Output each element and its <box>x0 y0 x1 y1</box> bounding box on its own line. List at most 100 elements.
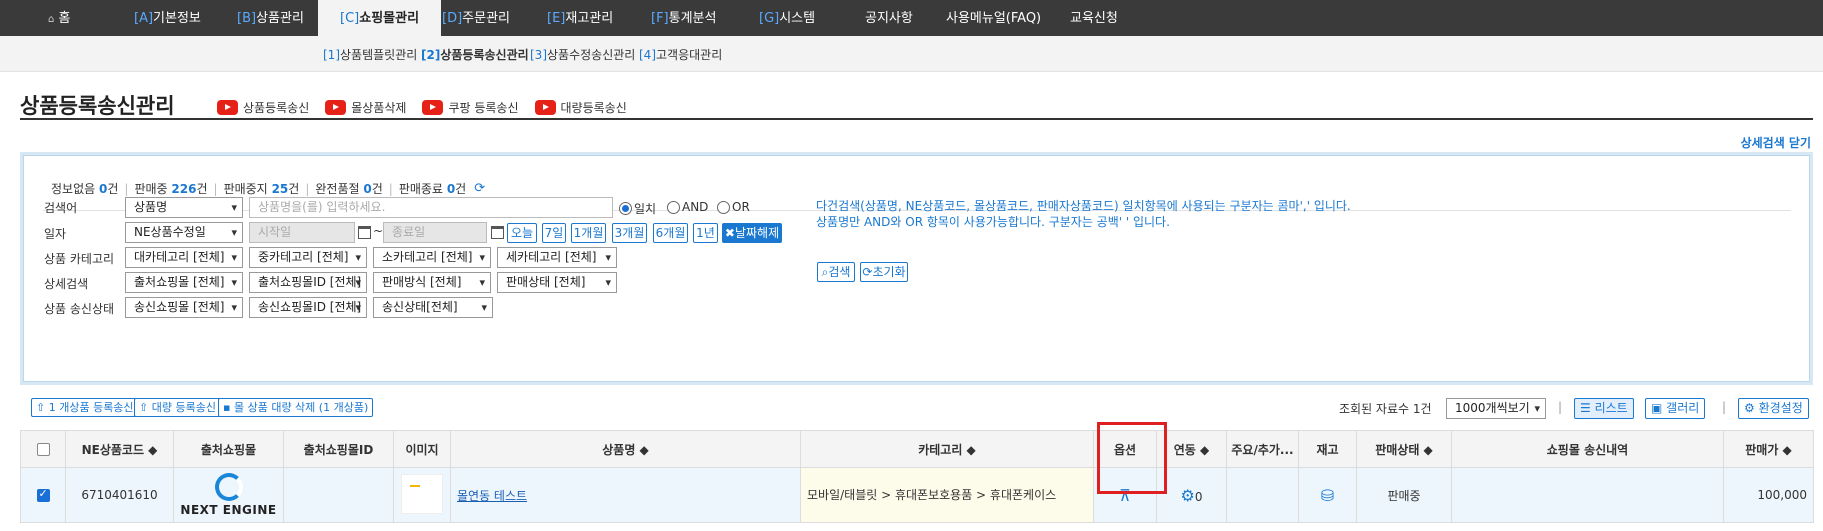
date-today-button[interactable]: 오늘 <box>507 223 537 243</box>
send-mall-select[interactable]: 송신쇼핑몰 [전체] <box>125 297 243 318</box>
category-l3-select[interactable]: 소카테고리 [전체] <box>373 247 491 268</box>
calendar-icon[interactable] <box>491 226 504 239</box>
col-image: 이미지 <box>393 430 451 468</box>
category-cell: 모바일/태블릿 > 휴대폰보호용품 > 휴대폰케이스 <box>800 467 1094 523</box>
keyword-label: 검색어 <box>44 201 78 215</box>
video-link-register[interactable]: 상품등록송신 <box>217 99 309 116</box>
col-sale-status[interactable]: 판매상태 ◆ <box>1356 430 1452 468</box>
search-panel: 정보없음 0 건 | 판매중 226 건 | 판매중지 25 건 | 완전품절 0 건 | 판매… <box>20 152 1813 385</box>
register-send-button[interactable]: ⇧ 1 개상품 등록송신 <box>31 398 139 417</box>
stock-icon[interactable]: ⛁ <box>1321 486 1334 505</box>
product-name-cell: 몰연동 테스트 <box>450 467 801 523</box>
table-row[interactable]: 6710401610 NEXT ENGINE 몰연동 테스트 모바일/태블릿 >… <box>20 467 1814 523</box>
nav-home[interactable]: ⌂ 홈 <box>48 0 70 36</box>
col-price[interactable]: 판매가 ◆ <box>1723 430 1814 468</box>
video-link-bulk[interactable]: 대량등록송신 <box>534 99 627 116</box>
category-l2-select[interactable]: 중카테고리 [전체] <box>249 247 367 268</box>
sale-method-select[interactable]: 판매방식 [전체] <box>373 272 491 293</box>
help-text-2: 상품명만 AND와 OR 항목이 사용가능합니다. 구분자는 공백' ' 입니다… <box>816 215 1170 229</box>
match-and-radio[interactable]: AND <box>667 200 708 214</box>
source-mall-id-select[interactable]: 출처쇼핑몰ID [전체] <box>249 272 367 293</box>
search-button[interactable]: ⌕검색 <box>817 262 855 282</box>
nav-education[interactable]: 교육신청 <box>1070 0 1118 36</box>
reset-button[interactable]: ⟳초기화 <box>860 262 908 282</box>
status-count-none[interactable]: 0 <box>99 182 107 196</box>
upload-icon: ⇧ <box>36 401 46 414</box>
col-product-name[interactable]: 상품명 ◆ <box>450 430 801 468</box>
col-category[interactable]: 카테고리 ◆ <box>800 430 1094 468</box>
send-status-select[interactable]: 송신상태[전체] <box>373 297 493 318</box>
send-mall-id-select[interactable]: 송신쇼핑몰ID [전체] <box>249 297 367 318</box>
match-or-radio[interactable]: OR <box>717 200 750 214</box>
image-cell <box>393 467 451 523</box>
page-title: 상품등록송신관리 <box>20 94 175 118</box>
home-icon: ⌂ <box>48 14 55 25</box>
nav-system[interactable]: [G]시스템 <box>759 0 815 36</box>
category-l4-select[interactable]: 세카테고리 [전체] <box>497 247 617 268</box>
nav-product[interactable]: [B]상품관리 <box>237 0 304 36</box>
select-all-checkbox[interactable] <box>36 443 50 456</box>
upload-icon: ⇧ <box>139 401 149 414</box>
date-clear-button[interactable]: ✖날짜해제 <box>722 223 782 243</box>
nav-stock[interactable]: [E]재고관리 <box>547 0 613 36</box>
subnav-register-send[interactable]: [2]상품등록송신관리 <box>421 46 529 63</box>
video-link-coupang[interactable]: 쿠팡 등록송신 <box>422 99 519 116</box>
sale-status-select[interactable]: 판매상태 [전체] <box>497 272 617 293</box>
youtube-icon <box>422 100 444 115</box>
subnav-modify-send[interactable]: [3]상품수정송신관리 <box>530 46 635 63</box>
refresh-icon[interactable]: ⟳ <box>474 181 485 196</box>
settings-button[interactable]: ⚙ 환경설정 <box>1738 398 1809 419</box>
status-count-selling[interactable]: 226 <box>171 182 196 196</box>
youtube-icon <box>534 100 556 115</box>
link-cell: ⚙0 <box>1156 467 1227 523</box>
select-all-checkbox-cell[interactable] <box>20 430 66 468</box>
page-size-select[interactable]: 1000개씩보기 <box>1446 398 1546 419</box>
col-ne-code[interactable]: NE상품코드 ◆ <box>65 430 174 468</box>
status-count-ended[interactable]: 0 <box>447 182 455 196</box>
date-type-select[interactable]: NE상품수정일 <box>125 222 243 243</box>
date-1y-button[interactable]: 1년 <box>693 223 718 243</box>
nav-manual[interactable]: 사용메뉴얼(FAQ) <box>946 0 1041 36</box>
nav-basic-info[interactable]: [A]기본정보 <box>134 0 201 36</box>
date-6m-button[interactable]: 6개월 <box>653 223 688 243</box>
col-link[interactable]: 연동 ◆ <box>1156 430 1227 468</box>
date-7d-button[interactable]: 7일 <box>542 223 566 243</box>
end-date-input[interactable]: 종료일 <box>383 222 487 243</box>
ne-code-cell: 6710401610 <box>65 467 174 523</box>
nav-notice[interactable]: 공지사항 <box>865 0 913 36</box>
row-checkbox[interactable] <box>36 487 50 502</box>
nav-stats[interactable]: [F]통계분석 <box>651 0 716 36</box>
sitemap-icon[interactable]: ⊼ <box>1119 486 1131 505</box>
nav-order[interactable]: [D]주문관리 <box>442 0 510 36</box>
gallery-view-button[interactable]: ▣ 갤러리 <box>1645 398 1706 419</box>
sub-nav: [1]상품템플릿관리 [2]상품등록송신관리 [3]상품수정송신관리 [4]고객… <box>0 36 1823 72</box>
gears-icon[interactable]: ⚙ <box>1181 486 1195 505</box>
match-exact-radio[interactable]: 일치 <box>619 200 656 217</box>
sale-status-cell: 판매중 <box>1356 467 1452 523</box>
product-thumbnail[interactable] <box>401 473 443 514</box>
keyword-input[interactable]: 상품명을(를) 입력하세요. <box>249 197 613 218</box>
send-history-cell <box>1451 467 1724 523</box>
col-source-mall: 출처쇼핑몰 <box>173 430 284 468</box>
status-count-paused[interactable]: 25 <box>272 182 289 196</box>
subnav-template[interactable]: [1]상품템플릿관리 <box>323 46 417 63</box>
date-1m-button[interactable]: 1개월 <box>571 223 606 243</box>
col-source-mall-id: 출처쇼핑몰ID <box>283 430 394 468</box>
nav-mall[interactable]: [C]쇼핑몰관리 <box>318 0 442 36</box>
detail-search-close-link[interactable]: 상세검색 닫기 <box>1741 134 1811 151</box>
bulk-register-send-button[interactable]: ⇧ 대량 등록송신 <box>134 398 221 417</box>
start-date-input[interactable]: 시작일 <box>249 222 355 243</box>
keyword-type-select[interactable]: 상품명 <box>125 197 243 218</box>
source-mall-select[interactable]: 출처쇼핑몰 [전체] <box>125 272 243 293</box>
top-nav: ⌂ 홈 [A]기본정보 [B]상품관리 [C]쇼핑몰관리 [D]주문관리 [E]… <box>0 0 1823 36</box>
category-l1-select[interactable]: 대카테고리 [전체] <box>125 247 243 268</box>
subnav-customer[interactable]: [4]고객응대관리 <box>639 46 722 63</box>
product-name-link[interactable]: 몰연동 테스트 <box>457 489 527 503</box>
list-view-button[interactable]: ☰ 리스트 <box>1574 398 1634 419</box>
calendar-icon[interactable] <box>358 226 371 239</box>
video-link-delete[interactable]: 몰상품삭제 <box>325 99 406 116</box>
video-links: 상품등록송신 몰상품삭제 쿠팡 등록송신 대량등록송신 <box>217 99 627 116</box>
bulk-delete-button[interactable]: ▪ 몰 상품 대량 삭제 (1 개상품) <box>218 398 374 417</box>
date-3m-button[interactable]: 3개월 <box>612 223 647 243</box>
status-count-soldout[interactable]: 0 <box>363 182 371 196</box>
